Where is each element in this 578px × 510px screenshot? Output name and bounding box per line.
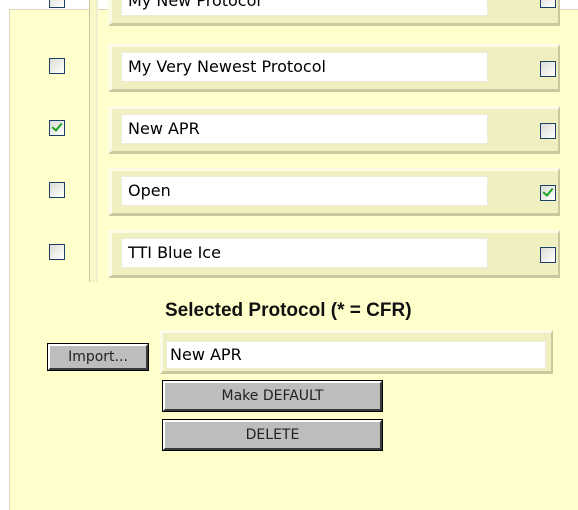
default-checkbox[interactable] bbox=[540, 0, 556, 8]
selected-protocol-heading: Selected Protocol (* = CFR) bbox=[165, 300, 412, 321]
protocol-name-field[interactable]: My New Protocol bbox=[121, 0, 488, 16]
protocol-name-field[interactable]: Open bbox=[121, 176, 488, 206]
default-checkbox[interactable] bbox=[540, 61, 556, 77]
default-checkbox[interactable] bbox=[540, 123, 556, 139]
protocol-name-field[interactable]: TTI Blue Ice bbox=[121, 238, 488, 268]
default-checkbox[interactable] bbox=[540, 185, 556, 201]
selected-protocol-field[interactable]: New APR bbox=[166, 341, 546, 369]
import-button[interactable]: Import... bbox=[47, 343, 149, 371]
default-checkbox[interactable] bbox=[540, 247, 556, 263]
select-checkbox[interactable] bbox=[49, 58, 65, 74]
protocol-name-field[interactable]: My Very Newest Protocol bbox=[121, 52, 488, 82]
select-checkbox[interactable] bbox=[49, 120, 65, 136]
delete-button[interactable]: DELETE bbox=[162, 419, 383, 451]
select-checkbox[interactable] bbox=[49, 0, 65, 8]
select-checkbox[interactable] bbox=[49, 182, 65, 198]
protocol-name-field[interactable]: New APR bbox=[121, 114, 488, 144]
column-separator bbox=[89, 0, 98, 282]
make-default-button[interactable]: Make DEFAULT bbox=[162, 380, 383, 412]
select-checkbox[interactable] bbox=[49, 244, 65, 260]
